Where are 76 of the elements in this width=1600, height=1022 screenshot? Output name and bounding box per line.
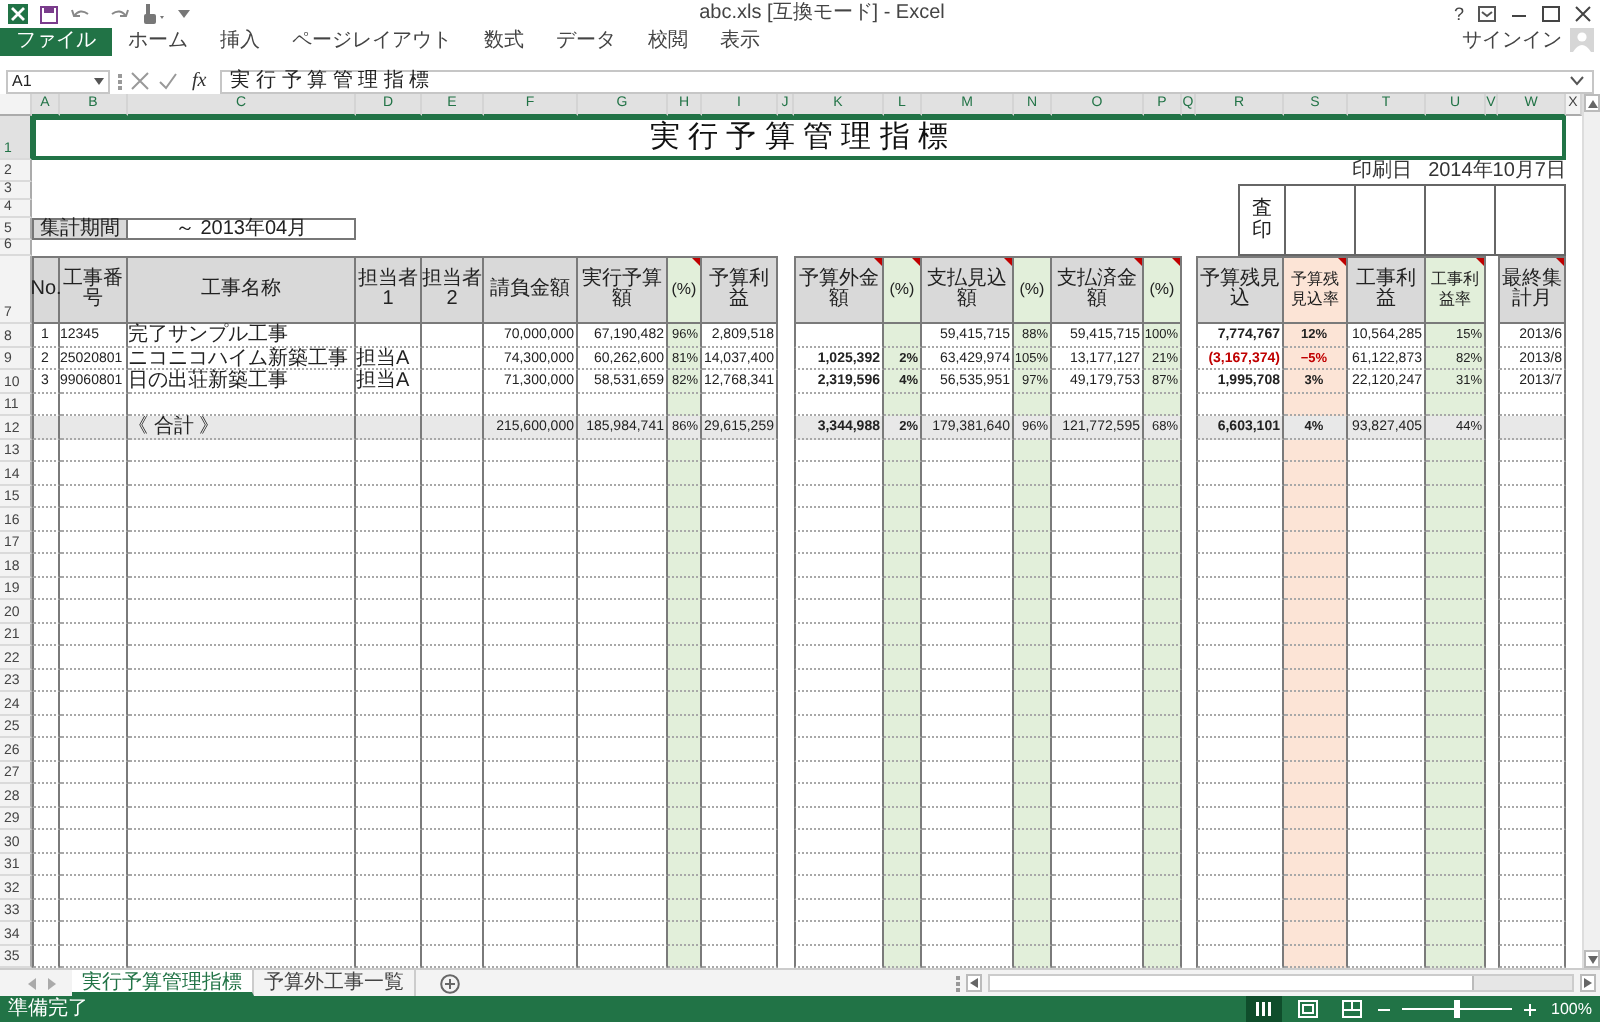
file-tab[interactable]: ファイル: [0, 28, 112, 56]
scroll-left-button[interactable]: [966, 974, 982, 992]
column-header: (%): [668, 256, 702, 324]
column-header: (%): [884, 256, 922, 324]
column-header: 担当者1: [356, 256, 422, 324]
zoom-out-icon[interactable]: [1377, 1003, 1390, 1015]
ribbon-tab[interactable]: ページレイアウト: [276, 28, 468, 56]
column-header: 支払見込額: [922, 256, 1014, 324]
table-cell: 担当A: [356, 370, 422, 393]
ribbon-tab[interactable]: 挿入: [204, 28, 276, 56]
table-cell: 日の出荘新築工事: [128, 370, 356, 393]
column-header: 工事番号: [60, 256, 128, 324]
column-header: 予算利益: [702, 256, 778, 324]
ribbon-options-icon[interactable]: [1478, 6, 1496, 22]
ribbon-tab[interactable]: データ: [540, 28, 632, 56]
close-icon[interactable]: [1574, 6, 1592, 22]
save-icon[interactable]: [40, 5, 58, 23]
period-value: ～ 2013年04月: [128, 218, 356, 240]
right-arrow-icon: [1584, 978, 1592, 988]
add-sheet-icon[interactable]: [440, 973, 460, 993]
name-box[interactable]: A1: [6, 69, 110, 93]
help-button[interactable]: ?: [1453, 2, 1464, 26]
column-header: 工事名称: [128, 256, 356, 324]
column-header: (%): [1144, 256, 1182, 324]
table-cell: 担当A: [356, 347, 422, 370]
redo-icon[interactable]: [106, 5, 130, 23]
column-header: 予算残見込: [1196, 256, 1284, 324]
column-header: 支払済金額: [1052, 256, 1144, 324]
expand-caret-icon[interactable]: [1570, 76, 1584, 86]
column-header: 工事利益率: [1426, 256, 1486, 324]
stamp-label: 査印: [1252, 198, 1272, 242]
column-header: 担当者2: [422, 256, 484, 324]
column-header: 予算外金額: [794, 256, 884, 324]
ribbon-tab[interactable]: 数式: [468, 28, 540, 56]
maximize-icon[interactable]: [1542, 6, 1560, 22]
left-arrow-icon: [970, 978, 978, 988]
normal-view-button[interactable]: [1245, 996, 1282, 1022]
window-title: abc.xls [互換モード] - Excel: [697, 0, 947, 28]
sign-in-link[interactable]: サインイン: [1462, 28, 1562, 56]
customize-caret-icon[interactable]: [178, 8, 190, 20]
column-header: No.: [32, 256, 60, 324]
scroll-up-button[interactable]: [1584, 94, 1600, 112]
zoom-level[interactable]: 100%: [1551, 1000, 1592, 1018]
sheet-title: 実 行 予 算 管 理 指 標: [32, 116, 1566, 160]
ribbon-tab[interactable]: 校閲: [632, 28, 704, 56]
caret-icon[interactable]: [94, 77, 104, 85]
period-label: 集計期間: [32, 218, 128, 240]
table-cell: 《 合計 》: [128, 416, 356, 439]
status-text: 準備完了: [8, 996, 88, 1022]
cancel-icon[interactable]: [130, 72, 150, 90]
column-header: 工事利益: [1348, 256, 1426, 324]
formula-field[interactable]: 実 行 予 算 管 理 指 標: [220, 69, 1594, 93]
scroll-right-button[interactable]: [1580, 974, 1596, 992]
ribbon-tab[interactable]: ホーム: [112, 28, 204, 56]
column-header: 予算残見込率: [1284, 256, 1348, 324]
zoom-in-icon[interactable]: [1523, 1003, 1536, 1015]
vertical-scrollbar[interactable]: [1582, 94, 1600, 968]
print-date: 2014年10月7日: [1428, 160, 1566, 182]
down-arrow-icon: [1587, 955, 1597, 963]
zoom-slider-thumb[interactable]: [1454, 1000, 1461, 1018]
horizontal-scrollbar[interactable]: [988, 974, 1574, 992]
table-cell: ニコニコハイム新築工事: [128, 347, 356, 370]
column-header: (%): [1014, 256, 1052, 324]
insert-function-button[interactable]: fx: [186, 69, 213, 93]
sheet-tab[interactable]: 実行予算管理指標: [72, 970, 254, 996]
table-cell: 完了サンプル工事: [128, 324, 356, 347]
scroll-down-button[interactable]: [1584, 950, 1600, 968]
print-date-label: 印刷日: [1352, 160, 1413, 182]
undo-icon[interactable]: [70, 5, 94, 23]
hand-icon[interactable]: [142, 4, 166, 24]
column-header: 実行予算額: [578, 256, 668, 324]
check-icon[interactable]: [158, 72, 178, 90]
up-arrow-icon: [1587, 99, 1597, 107]
column-header: 最終集計月: [1498, 256, 1566, 324]
column-header: 請負金額: [484, 256, 578, 324]
ribbon-tab[interactable]: 表示: [704, 28, 776, 56]
